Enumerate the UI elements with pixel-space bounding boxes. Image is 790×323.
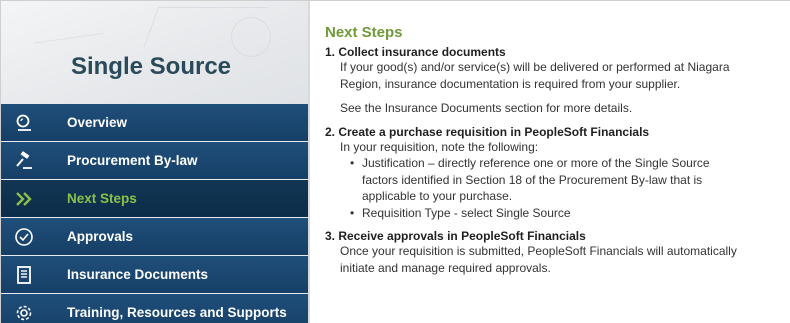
sidebar-item-label: Next Steps bbox=[67, 191, 137, 206]
list-item: Justification – directly reference one o… bbox=[350, 155, 790, 172]
sidebar-item-overview[interactable]: Overview bbox=[1, 104, 308, 141]
divider bbox=[308, 1, 310, 323]
main-content: Next Steps 1. Collect insurance document… bbox=[325, 24, 790, 323]
sidebar-item-label: Insurance Documents bbox=[67, 267, 209, 282]
sidebar-item-label: Overview bbox=[67, 115, 128, 130]
step-text: In your requisition, note the following: bbox=[340, 139, 539, 154]
page-title: Next Steps bbox=[325, 24, 403, 41]
list-item-continuation: applicable to your purchase. bbox=[362, 189, 513, 203]
step-text: Region, insurance documentation is requi… bbox=[340, 76, 681, 91]
list-item: Requisition Type - select Single Source bbox=[350, 205, 790, 222]
sidebar-item-approvals[interactable]: Approvals bbox=[1, 218, 308, 255]
sidebar-item-label: Procurement By-law bbox=[67, 153, 198, 168]
magnifier-icon bbox=[13, 112, 35, 134]
sidebar-item-procurement-bylaw[interactable]: Procurement By-law bbox=[1, 142, 308, 179]
bullet-list: Justification – directly reference one o… bbox=[325, 155, 790, 221]
hero-decoration bbox=[29, 4, 103, 44]
step-text: Once your requisition is submitted, Peop… bbox=[340, 244, 737, 258]
step-title: 3. Receive approvals in PeopleSoft Finan… bbox=[325, 229, 586, 243]
check-circle-icon bbox=[13, 226, 35, 248]
step-text: initiate and manage required approvals. bbox=[340, 260, 551, 275]
sidebar-nav: Overview Procurement By-law Next Steps A… bbox=[1, 104, 308, 323]
sidebar-item-label: Training, Resources and Supports bbox=[67, 305, 287, 320]
double-chevron-right-icon bbox=[13, 188, 35, 210]
sidebar-item-label: Approvals bbox=[67, 229, 134, 244]
sidebar-hero: Single Source bbox=[1, 1, 308, 104]
list-item-continuation: factors identified in Section 18 of the … bbox=[362, 172, 703, 187]
step-title: 2. Create a purchase requisition in Peop… bbox=[325, 124, 650, 139]
sidebar-item-next-steps[interactable]: Next Steps bbox=[1, 180, 308, 217]
sidebar-item-insurance-documents[interactable]: Insurance Documents bbox=[1, 256, 308, 293]
step-title: 1. Collect insurance documents bbox=[325, 45, 506, 59]
hero-decoration bbox=[231, 17, 271, 57]
gavel-icon bbox=[13, 150, 35, 172]
sidebar-title: Single Source bbox=[70, 53, 232, 80]
document-icon bbox=[13, 264, 35, 286]
step-text: See the Insurance Documents section for … bbox=[340, 101, 633, 115]
sidebar: Single Source Overview Procurement By-la… bbox=[1, 1, 308, 323]
sidebar-item-training[interactable]: Training, Resources and Supports bbox=[1, 294, 308, 323]
step-text: If your good(s) and/or service(s) will b… bbox=[340, 60, 730, 74]
gear-icon bbox=[13, 302, 35, 323]
